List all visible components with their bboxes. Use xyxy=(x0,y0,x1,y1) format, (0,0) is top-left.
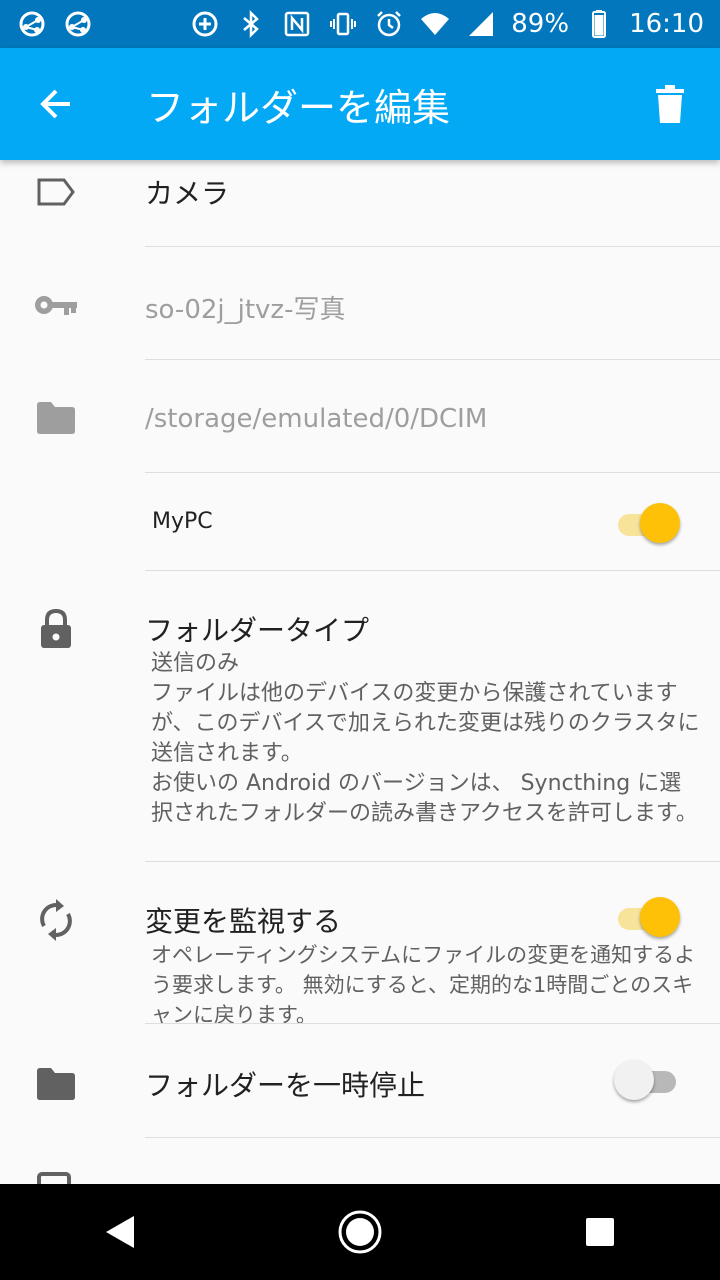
data-saver-icon xyxy=(189,8,221,40)
delete-folder-button[interactable] xyxy=(620,48,720,160)
switch-knob xyxy=(614,1060,654,1100)
settings-list: カメラ so-02j_jtvz-写真 /storage/emulated/0/D… xyxy=(0,160,720,1184)
folder-icon xyxy=(34,396,78,440)
clock: 16:10 xyxy=(629,9,704,39)
key-icon xyxy=(34,283,78,327)
pause-folder-row[interactable]: フォルダーを一時停止 xyxy=(0,1024,720,1138)
cellular-signal-icon xyxy=(465,8,497,40)
syncthing-notification-icon xyxy=(16,8,48,40)
alarm-icon xyxy=(373,8,405,40)
trash-icon xyxy=(656,85,684,123)
nav-recents-button[interactable] xyxy=(552,1184,648,1280)
watch-changes-switch[interactable] xyxy=(614,895,682,939)
folder-type-row[interactable]: フォルダータイプ 送信のみ ファイルは他のデバイスの変更から保護されていますが、… xyxy=(0,571,720,863)
copy-folder-icon xyxy=(34,1168,78,1184)
device-share-switch[interactable] xyxy=(614,501,682,545)
circle-home-icon xyxy=(338,1210,382,1254)
page-title: フォルダーを編集 xyxy=(146,85,451,130)
lock-icon xyxy=(34,607,78,651)
navigation-bar xyxy=(0,1184,720,1280)
status-bar: 89% 16:10 xyxy=(0,0,720,48)
next-setting-row-partial[interactable] xyxy=(0,1138,720,1184)
back-button[interactable] xyxy=(0,48,112,160)
switch-knob xyxy=(640,897,680,937)
folder-type-description: ファイルは他のデバイスの変更から保護されていますが、このデバイスで加えられた変更… xyxy=(151,681,700,766)
watch-changes-row[interactable]: 変更を監視する オペレーティングシステムにファイルの変更を通知するよう要求します… xyxy=(0,862,720,1027)
arrow-back-icon xyxy=(40,89,70,119)
vibrate-icon xyxy=(327,8,359,40)
folder-label-row[interactable]: カメラ xyxy=(0,160,720,248)
pause-folder-switch[interactable] xyxy=(614,1058,682,1102)
nav-back-button[interactable] xyxy=(72,1184,168,1280)
nfc-icon xyxy=(281,8,313,40)
sync-icon xyxy=(34,898,78,942)
battery-percent: 89% xyxy=(511,9,570,39)
wifi-icon xyxy=(419,8,451,40)
switch-knob xyxy=(640,503,680,543)
label-icon xyxy=(34,170,78,214)
android-access-note: お使いの Android のバージョンは、 Syncthing に選択されたフォ… xyxy=(151,771,698,826)
triangle-back-icon xyxy=(106,1216,134,1248)
battery-icon xyxy=(583,8,615,40)
folder-id-row: so-02j_jtvz-写真 xyxy=(0,247,720,360)
folder-id-field: so-02j_jtvz-写真 xyxy=(145,295,346,325)
folder-type-title: フォルダータイプ xyxy=(145,614,370,647)
app-bar: フォルダーを編集 xyxy=(0,48,720,160)
folder-path-field: /storage/emulated/0/DCIM xyxy=(145,404,488,434)
device-share-row[interactable]: MyPC xyxy=(0,473,720,571)
folder-type-value: 送信のみ xyxy=(151,651,240,676)
watch-changes-description: オペレーティングシステムにファイルの変更を通知するよう要求します。 無効にすると… xyxy=(151,943,696,1027)
nav-home-button[interactable] xyxy=(312,1184,408,1280)
bluetooth-icon xyxy=(235,8,267,40)
folder-path-row: /storage/emulated/0/DCIM xyxy=(0,360,720,473)
square-recents-icon xyxy=(586,1218,614,1246)
folder-label-input[interactable]: カメラ xyxy=(145,172,700,212)
folder-icon xyxy=(34,1062,78,1106)
syncthing-notification-icon xyxy=(62,8,94,40)
